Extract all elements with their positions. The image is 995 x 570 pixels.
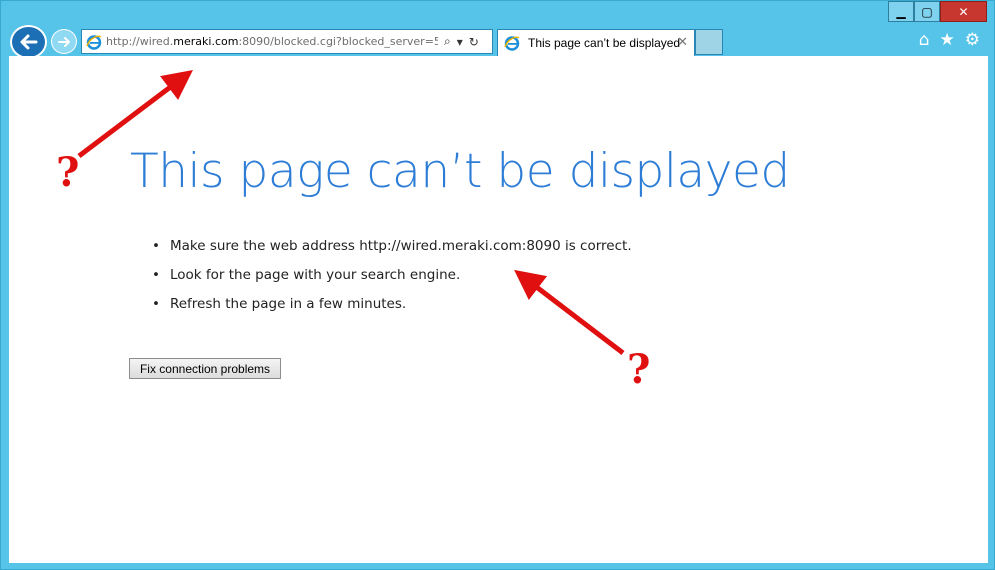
browser-window: ▁ ▢ ✕ http://wired.meraki.com:8090/block…: [0, 0, 995, 570]
tab-close-icon[interactable]: ✕: [677, 35, 688, 50]
list-item: Look for the page with your search engin…: [152, 267, 632, 296]
ie-logo-icon: [86, 34, 102, 50]
suggestion-list: Make sure the web address http://wired.m…: [152, 238, 632, 325]
tab-active[interactable]: This page can’t be displayed ✕: [497, 29, 695, 56]
back-arrow-icon: [20, 34, 37, 50]
fix-connection-button[interactable]: Fix connection problems: [129, 358, 281, 379]
url-suffix: :8090/blocked.cgi?blocked_server=54.7: [238, 35, 438, 48]
minimize-button[interactable]: ▁: [888, 1, 914, 22]
window-controls: ▁ ▢ ✕: [888, 1, 987, 23]
home-icon[interactable]: ⌂: [919, 30, 930, 50]
url-prefix: http://wired.: [106, 35, 174, 48]
ie-logo-icon: [504, 36, 520, 51]
list-item: Make sure the web address http://wired.m…: [152, 238, 632, 267]
page-content: This page can’t be displayed Make sure t…: [9, 56, 988, 563]
forward-button[interactable]: [51, 29, 77, 54]
url-host: meraki.com: [173, 35, 239, 48]
close-icon: ✕: [958, 4, 969, 19]
tab-title: This page can’t be displayed: [528, 36, 681, 50]
search-icon[interactable]: ⌕: [444, 34, 451, 49]
toolbar: ⌂ ★ ⚙: [919, 30, 980, 50]
back-button[interactable]: [10, 25, 47, 59]
close-button[interactable]: ✕: [940, 1, 987, 22]
list-item: Refresh the page in a few minutes.: [152, 296, 632, 325]
refresh-icon[interactable]: ↻: [469, 35, 479, 49]
star-icon[interactable]: ★: [940, 30, 955, 50]
address-url[interactable]: http://wired.meraki.com:8090/blocked.cgi…: [106, 35, 438, 48]
address-bar[interactable]: http://wired.meraki.com:8090/blocked.cgi…: [81, 29, 493, 54]
gear-icon[interactable]: ⚙: [965, 30, 980, 50]
question-mark-annotation: ?: [627, 346, 651, 393]
page-title: This page can’t be displayed: [130, 144, 790, 199]
chevron-down-icon[interactable]: ▾: [457, 35, 463, 49]
question-mark-annotation: ?: [56, 149, 80, 196]
minimize-icon: ▁: [896, 4, 906, 19]
new-tab-button[interactable]: [695, 29, 723, 55]
maximize-icon: ▢: [921, 4, 933, 19]
maximize-button[interactable]: ▢: [914, 1, 940, 22]
forward-arrow-icon: [58, 36, 70, 47]
